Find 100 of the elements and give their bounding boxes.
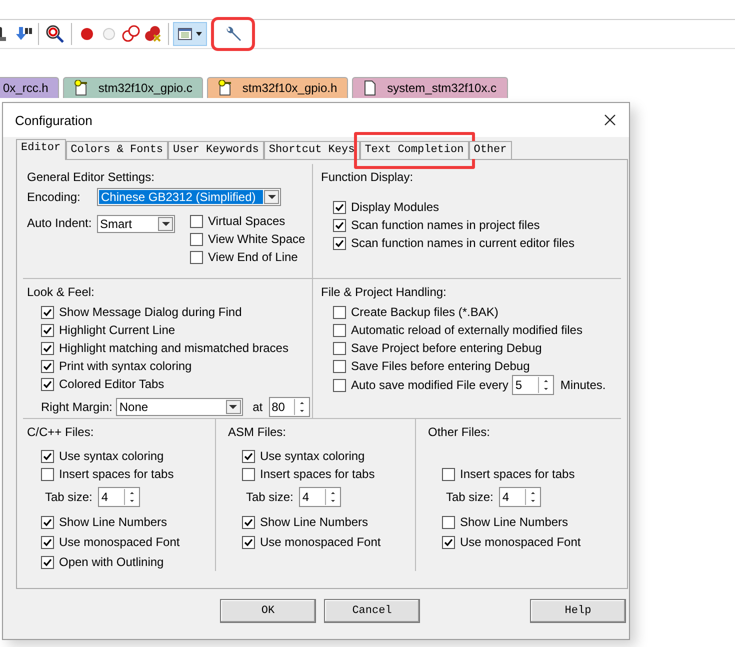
- checkbox-option[interactable]: Show Message Dialog during Find: [41, 303, 310, 321]
- tab[interactable]: User Keywords: [168, 141, 264, 159]
- checkbox[interactable]: [333, 378, 346, 392]
- checkbox[interactable]: [242, 536, 255, 548]
- checkbox[interactable]: [333, 360, 346, 372]
- checkbox-option[interactable]: Use monospaced Font: [242, 533, 413, 551]
- checkbox-option[interactable]: Colored Editor Tabs: [41, 375, 310, 393]
- checkbox-option[interactable]: Highlight Current Line: [41, 321, 310, 339]
- checkbox-option[interactable]: Use monospaced Font: [442, 533, 614, 551]
- checkbox-option[interactable]: Insert spaces for tabs: [41, 465, 213, 483]
- checkbox-option[interactable]: Save Files before entering Debug: [333, 357, 606, 375]
- tab[interactable]: Shortcut Keys: [264, 141, 360, 159]
- auto-indent-label: Auto Indent:: [27, 216, 93, 232]
- checkbox-option[interactable]: Print with syntax coloring: [41, 357, 310, 375]
- section-title: General Editor Settings:: [27, 170, 156, 184]
- section-title: Function Display:: [321, 170, 414, 184]
- breakpoint-icon[interactable]: [80, 27, 94, 41]
- checkbox[interactable]: [333, 342, 346, 354]
- checkbox-option[interactable]: Insert spaces for tabs: [242, 465, 413, 483]
- checkbox[interactable]: [41, 360, 54, 372]
- section-title: Other Files:: [428, 425, 492, 439]
- checkbox-option[interactable]: Create Backup files (*.BAK): [333, 303, 606, 321]
- file-tab[interactable]: stm32f10x_gpio.h: [207, 77, 348, 98]
- file-tab[interactable]: 0x_rcc.h: [0, 77, 60, 98]
- checkbox[interactable]: [41, 516, 54, 528]
- file-tab[interactable]: system_stm32f10x.c: [352, 77, 508, 98]
- checkbox-option[interactable]: Highlight matching and mismatched braces: [41, 339, 310, 357]
- checkbox-option[interactable]: View White Space: [190, 230, 306, 248]
- section-title: File & Project Handling:: [321, 285, 448, 299]
- dialog-button[interactable]: Help: [530, 599, 626, 623]
- tab[interactable]: Other: [468, 141, 512, 159]
- checkbox-option[interactable]: Virtual Spaces: [190, 212, 306, 230]
- window-title: Configuration: [15, 112, 92, 128]
- section-title: C/C++ Files:: [27, 425, 95, 439]
- checkbox[interactable]: [41, 306, 54, 318]
- tab[interactable]: Editor: [16, 139, 66, 160]
- dialog-button[interactable]: Cancel: [324, 599, 420, 623]
- checkbox[interactable]: [333, 200, 346, 214]
- checkbox[interactable]: [242, 516, 255, 528]
- checkbox-option[interactable]: Save Project before entering Debug: [333, 339, 606, 357]
- checkbox[interactable]: [333, 306, 346, 318]
- checkbox-option[interactable]: Auto save modified File every: [333, 376, 508, 394]
- checkbox-option[interactable]: Use syntax coloring: [242, 447, 413, 465]
- window-list-icon: [178, 28, 192, 40]
- checkbox-option[interactable]: Show Line Numbers: [41, 513, 213, 531]
- checkbox[interactable]: [41, 556, 54, 568]
- checkbox[interactable]: [41, 324, 54, 336]
- tab[interactable]: Text Completion: [360, 141, 469, 159]
- checkbox[interactable]: [333, 218, 346, 232]
- checkbox[interactable]: [190, 214, 203, 228]
- checkbox[interactable]: [190, 250, 203, 264]
- checkbox[interactable]: [442, 536, 455, 548]
- dropdown[interactable]: Chinese GB2312 (Simplified): [97, 188, 281, 206]
- minutes-label: Minutes.: [560, 378, 606, 392]
- checkbox-option[interactable]: View End of Line: [190, 248, 306, 266]
- checkbox-option[interactable]: Show Line Numbers: [442, 513, 614, 531]
- key-file-icon: [218, 80, 232, 96]
- checkbox-option[interactable]: Display Modules: [333, 198, 574, 216]
- checkbox[interactable]: [41, 342, 54, 354]
- checkbox[interactable]: [442, 516, 455, 528]
- checkbox[interactable]: [41, 450, 54, 462]
- section-title: ASM Files:: [228, 425, 288, 439]
- spin-box[interactable]: 5: [512, 375, 554, 395]
- spin-box[interactable]: 80: [268, 397, 310, 417]
- dropdown[interactable]: Smart: [97, 215, 175, 233]
- checkbox-option[interactable]: Use syntax coloring: [41, 447, 213, 465]
- checkbox-option[interactable]: Automatic reload of externally modified files: [333, 321, 606, 339]
- checkbox-option[interactable]: Scan function names in project files: [333, 216, 574, 234]
- wrench-icon: [224, 25, 242, 43]
- dialog-button[interactable]: OK: [220, 599, 316, 623]
- checkbox[interactable]: [41, 468, 54, 480]
- spin-box[interactable]: 4: [98, 487, 140, 507]
- right-margin-label: Right Margin:: [41, 400, 112, 414]
- checkbox[interactable]: [190, 232, 203, 246]
- checkbox[interactable]: [333, 324, 346, 336]
- at-label: at: [252, 400, 263, 414]
- checkbox[interactable]: [41, 378, 54, 390]
- checkbox[interactable]: [242, 450, 255, 462]
- tab[interactable]: Colors & Fonts: [66, 141, 168, 159]
- checkbox[interactable]: [242, 468, 255, 480]
- tab-size-label: Tab size:: [246, 490, 294, 504]
- section-title: Look & Feel:: [27, 285, 96, 299]
- spin-box[interactable]: 4: [499, 487, 542, 507]
- checkbox[interactable]: [333, 236, 346, 250]
- checkbox-option[interactable]: Use monospaced Font: [41, 533, 213, 551]
- key-file-icon: [74, 80, 88, 96]
- encoding-label: Encoding:: [27, 190, 82, 204]
- spin-box[interactable]: 4: [299, 487, 342, 507]
- file-icon: [363, 80, 378, 96]
- checkbox-option[interactable]: Scan function names in current editor files: [333, 234, 574, 252]
- checkbox-option[interactable]: Show Line Numbers: [242, 513, 413, 531]
- window-menu-button[interactable]: [173, 22, 207, 46]
- checkbox[interactable]: [442, 468, 455, 480]
- dropdown[interactable]: None: [116, 398, 243, 416]
- tab-size-label: Tab size:: [446, 490, 494, 504]
- checkbox[interactable]: [41, 536, 54, 548]
- checkbox-option[interactable]: Insert spaces for tabs: [442, 465, 614, 483]
- tab-size-label: Tab size:: [45, 490, 92, 504]
- checkbox-option[interactable]: Open with Outlining: [41, 553, 213, 571]
- file-tab[interactable]: stm32f10x_gpio.c: [63, 77, 204, 98]
